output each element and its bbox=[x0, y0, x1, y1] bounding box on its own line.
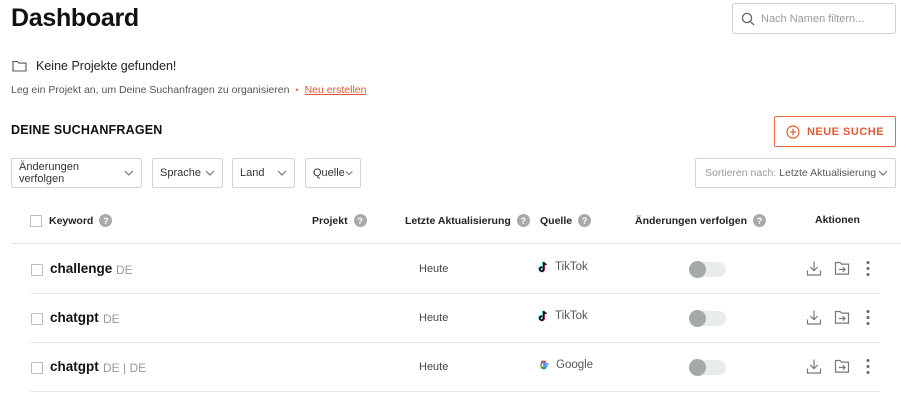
row-source: TikTok bbox=[538, 310, 588, 322]
new-search-label: NEUE SUCHE bbox=[806, 125, 885, 138]
chevron-down-icon bbox=[345, 171, 353, 176]
column-keyword-label: Keyword bbox=[49, 214, 94, 227]
filter-source-label: Quelle bbox=[313, 167, 345, 179]
row-source: Google bbox=[538, 359, 593, 371]
download-icon[interactable] bbox=[806, 358, 822, 375]
table-row[interactable]: chatgpt DE Heute TikTok bbox=[0, 294, 901, 343]
separator-dot: • bbox=[295, 85, 299, 95]
column-keyword[interactable]: Keyword ? bbox=[30, 214, 113, 227]
search-icon bbox=[741, 12, 755, 25]
download-icon[interactable] bbox=[806, 309, 822, 326]
column-source-label: Quelle bbox=[540, 214, 573, 227]
row-checkbox[interactable] bbox=[31, 264, 43, 276]
filter-track-changes[interactable]: Änderungen verfolgen bbox=[11, 158, 142, 188]
help-icon[interactable]: ? bbox=[578, 214, 592, 227]
page-title: Dashboard bbox=[11, 4, 139, 32]
projects-empty-text: Keine Projekte gefunden! bbox=[36, 59, 177, 73]
help-icon[interactable]: ? bbox=[753, 214, 767, 227]
tiktok-icon bbox=[538, 261, 547, 273]
tiktok-icon bbox=[538, 310, 547, 322]
row-last-update: Heute bbox=[419, 263, 449, 275]
projects-hint-text: Leg ein Projekt an, um Deine Suchanfrage… bbox=[11, 84, 290, 96]
table-header-divider bbox=[11, 243, 901, 244]
sort-value: Letzte Aktualisierung bbox=[779, 167, 877, 179]
chevron-down-icon bbox=[205, 170, 215, 176]
row-last-update: Heute bbox=[419, 361, 449, 373]
help-icon[interactable]: ? bbox=[516, 214, 530, 227]
more-options-icon[interactable] bbox=[865, 260, 871, 277]
row-checkbox[interactable] bbox=[31, 362, 43, 374]
row-language: DE bbox=[103, 312, 120, 326]
chevron-down-icon bbox=[124, 170, 134, 176]
column-source[interactable]: Quelle ? bbox=[540, 214, 592, 227]
create-project-link[interactable]: Neu erstellen bbox=[305, 84, 367, 96]
help-icon[interactable]: ? bbox=[353, 214, 367, 227]
column-project[interactable]: Projekt ? bbox=[312, 214, 367, 227]
track-changes-toggle[interactable] bbox=[689, 261, 726, 278]
sort-select[interactable]: Sortieren nach: Letzte Aktualisierung bbox=[695, 158, 896, 188]
google-icon bbox=[539, 360, 549, 370]
row-keyword[interactable]: chatgpt bbox=[50, 359, 99, 374]
sort-label: Sortieren nach: bbox=[705, 167, 777, 179]
row-source-label: TikTok bbox=[555, 310, 588, 322]
toggle-knob bbox=[689, 261, 706, 278]
column-actions: Aktionen bbox=[815, 214, 860, 226]
select-all-checkbox[interactable] bbox=[30, 214, 42, 227]
column-actions-label: Aktionen bbox=[815, 214, 860, 226]
row-last-update: Heute bbox=[419, 312, 449, 324]
row-source-label: Google bbox=[556, 359, 594, 371]
filter-country[interactable]: Land bbox=[232, 158, 295, 188]
row-language: DE | DE bbox=[103, 361, 147, 375]
move-to-folder-icon[interactable] bbox=[834, 358, 850, 374]
move-to-folder-icon[interactable] bbox=[834, 260, 850, 276]
move-to-folder-icon[interactable] bbox=[834, 309, 850, 325]
download-icon[interactable] bbox=[806, 260, 822, 277]
table-row[interactable]: chatgpt DE | DE Heute Google bbox=[0, 343, 901, 392]
column-project-label: Projekt bbox=[312, 214, 348, 227]
column-last-update[interactable]: Letzte Aktualisierung ? bbox=[405, 214, 530, 227]
section-title: DEINE SUCHANFRAGEN bbox=[11, 123, 163, 137]
row-checkbox[interactable] bbox=[31, 313, 43, 325]
folder-icon bbox=[12, 60, 27, 72]
column-track-changes-label: Änderungen verfolgen bbox=[635, 214, 748, 227]
row-source-label: TikTok bbox=[555, 261, 588, 273]
chevron-down-icon bbox=[878, 170, 888, 176]
filter-track-changes-label: Änderungen verfolgen bbox=[19, 161, 79, 185]
table-row[interactable]: challenge DE Heute TikTok bbox=[0, 245, 901, 294]
filter-source[interactable]: Quelle bbox=[305, 158, 361, 188]
track-changes-toggle[interactable] bbox=[689, 359, 726, 376]
row-keyword[interactable]: challenge bbox=[50, 261, 112, 276]
row-language: DE bbox=[116, 263, 133, 277]
filter-country-label: Land bbox=[240, 167, 265, 179]
projects-hint: Leg ein Projekt an, um Deine Suchanfrage… bbox=[11, 84, 366, 96]
help-icon[interactable]: ? bbox=[99, 214, 113, 227]
new-search-button[interactable]: NEUE SUCHE bbox=[774, 116, 896, 147]
row-keyword[interactable]: chatgpt bbox=[50, 310, 99, 325]
search-field[interactable] bbox=[732, 3, 896, 34]
toggle-knob bbox=[689, 359, 706, 376]
row-divider bbox=[30, 391, 880, 392]
search-input[interactable] bbox=[761, 12, 886, 25]
plus-circle-icon bbox=[786, 124, 800, 139]
chevron-down-icon bbox=[277, 170, 287, 176]
toggle-knob bbox=[689, 310, 706, 327]
track-changes-toggle[interactable] bbox=[689, 310, 726, 327]
filter-language-label: Sprache bbox=[160, 167, 201, 179]
filter-language[interactable]: Sprache bbox=[152, 158, 223, 188]
more-options-icon[interactable] bbox=[865, 309, 871, 326]
row-source: TikTok bbox=[538, 261, 588, 273]
column-track-changes[interactable]: Änderungen verfolgen ? bbox=[635, 214, 767, 227]
more-options-icon[interactable] bbox=[865, 358, 871, 375]
column-last-update-label: Letzte Aktualisierung bbox=[405, 214, 511, 227]
projects-empty-state: Keine Projekte gefunden! bbox=[12, 59, 176, 73]
